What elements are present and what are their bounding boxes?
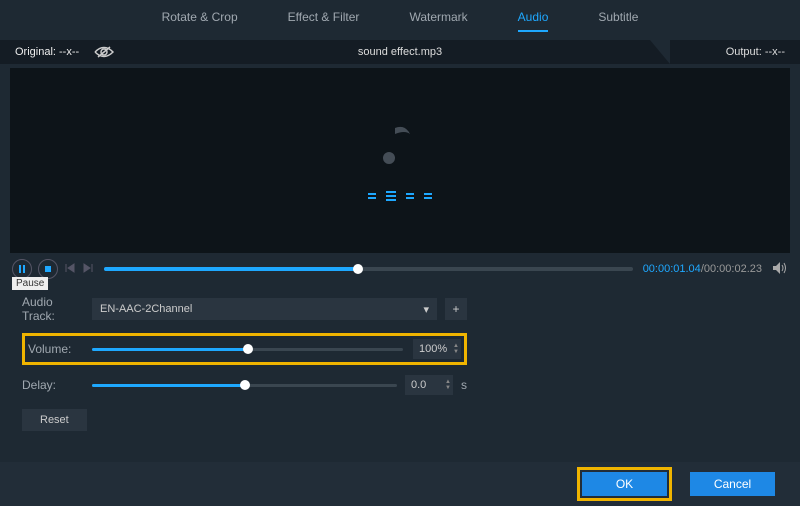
delay-unit: s [461,378,467,392]
footer: OK Cancel [0,462,800,506]
player-controls: Pause 00:00:01.04/00:00:02.23 [0,253,800,281]
audio-track-label: Audio Track: [22,295,84,323]
volume-icon[interactable] [772,261,788,278]
delay-spinner[interactable]: 0.0 ▲▼ [405,375,453,395]
chevron-down-icon: ▾ [423,303,429,316]
prev-button[interactable] [64,262,76,277]
time-total: 00:00:02.23 [704,263,762,275]
stop-button[interactable] [38,259,58,279]
delay-label: Delay: [22,378,84,392]
equalizer-icon [368,191,432,201]
output-label: Output: --x-- [726,46,785,58]
timeline-slider[interactable] [104,267,633,271]
ok-highlight: OK [577,467,672,501]
pause-button[interactable] [12,259,32,279]
info-bar: Original: --x-- sound effect.mp3 Output:… [0,40,800,64]
volume-label: Volume: [28,342,82,356]
ok-button[interactable]: OK [582,472,667,496]
original-label: Original: --x-- [15,46,79,58]
tab-effect-filter[interactable]: Effect & Filter [288,10,360,32]
delay-value: 0.0 [411,379,426,391]
time-display: 00:00:01.04/00:00:02.23 [643,263,762,275]
spin-down-icon[interactable]: ▼ [445,385,451,391]
volume-slider[interactable] [92,348,403,351]
filename-label: sound effect.mp3 [358,46,442,58]
tab-subtitle[interactable]: Subtitle [598,10,638,32]
volume-row-highlight: Volume: 100% ▲▼ [22,333,467,365]
audio-track-dropdown[interactable]: EN-AAC-2Channel ▾ [92,298,437,320]
preview-area [10,68,790,253]
cancel-button[interactable]: Cancel [690,472,775,496]
delay-slider[interactable] [92,384,397,387]
tab-audio[interactable]: Audio [518,10,549,32]
volume-spinner[interactable]: 100% ▲▼ [413,339,461,359]
audio-track-value: EN-AAC-2Channel [100,303,192,315]
volume-value: 100% [419,343,447,355]
pause-tooltip: Pause [12,277,48,290]
tab-watermark[interactable]: Watermark [409,10,467,32]
add-track-button[interactable]: + [445,298,467,320]
next-button[interactable] [82,262,94,277]
time-current: 00:00:01.04 [643,263,701,275]
tab-bar: Rotate & Crop Effect & Filter Watermark … [0,0,800,40]
tab-rotate-crop[interactable]: Rotate & Crop [162,10,238,32]
spin-down-icon[interactable]: ▼ [453,349,459,355]
music-note-icon [380,120,420,173]
reset-button[interactable]: Reset [22,409,87,431]
audio-panel: Audio Track: EN-AAC-2Channel ▾ + Volume:… [0,281,800,455]
preview-toggle-icon[interactable] [94,45,114,59]
